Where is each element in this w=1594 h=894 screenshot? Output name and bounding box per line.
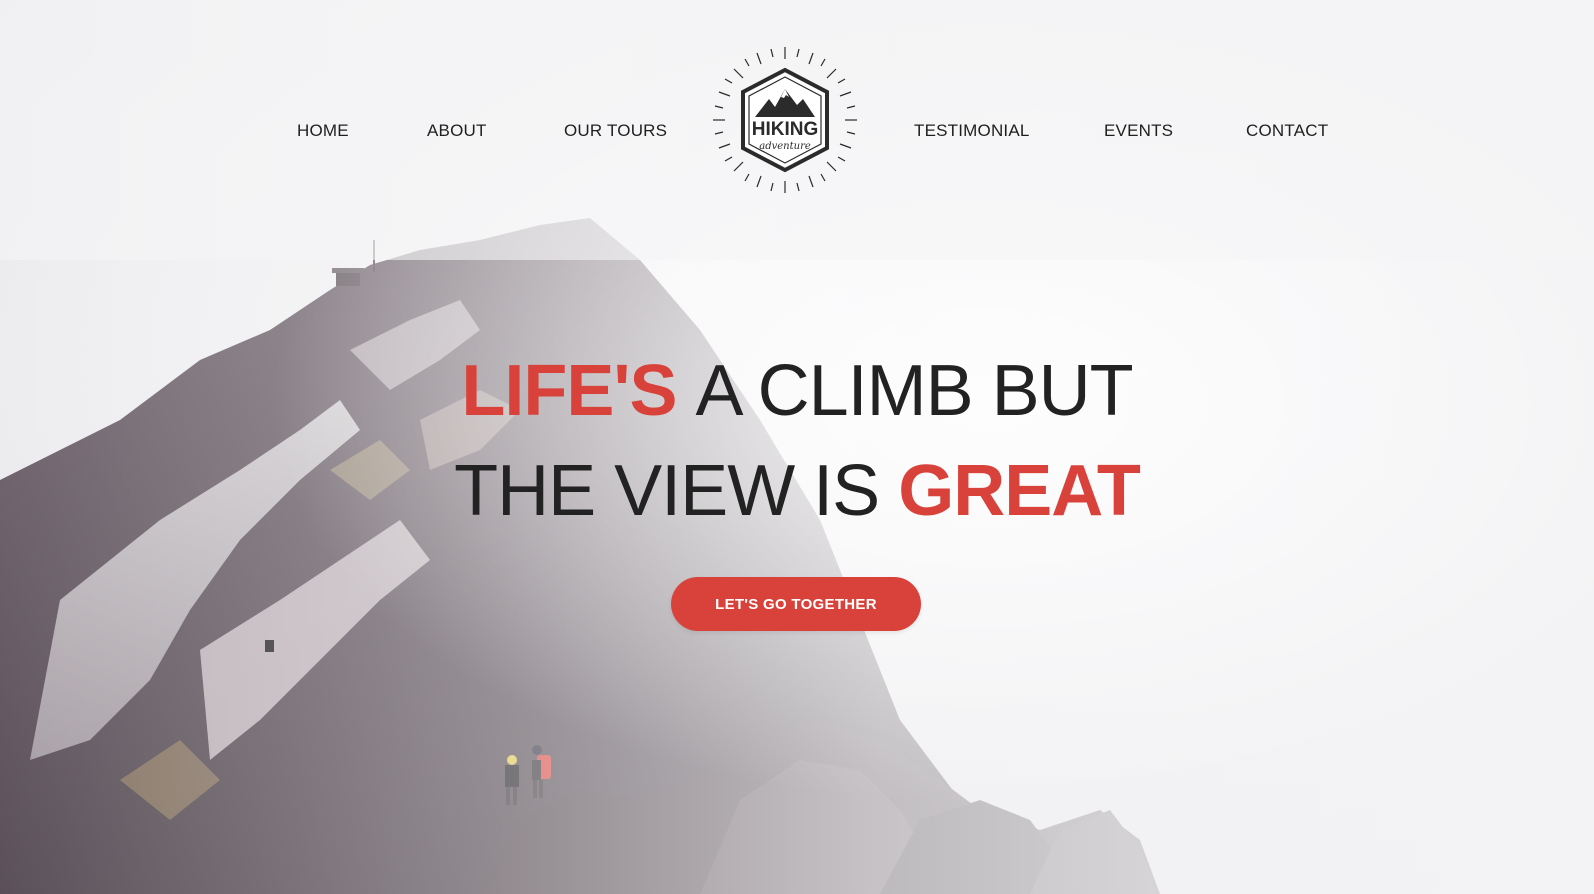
headline-text: THE VIEW IS	[454, 451, 880, 531]
nav-link-testimonial[interactable]: TESTIMONIAL	[914, 121, 1030, 141]
headline-accent-word: LIFE'S	[461, 351, 677, 431]
hero-headline-line-2: THE VIEW IS GREAT	[0, 450, 1594, 532]
headline-text: A CLIMB BUT	[695, 351, 1134, 431]
hero-headline-line-1: LIFE'S A CLIMB BUT	[0, 350, 1594, 432]
nav-link-our-tours[interactable]: OUR TOURS	[564, 121, 667, 141]
svg-text:adventure: adventure	[759, 141, 811, 152]
nav-link-contact[interactable]: CONTACT	[1246, 121, 1328, 141]
headline-accent-word: GREAT	[898, 451, 1141, 531]
lets-go-together-button[interactable]: LET'S GO TOGETHER	[671, 577, 921, 631]
svg-text:HIKING: HIKING	[752, 119, 819, 140]
main-navigation: HOME ABOUT OUR TOURS HIKING adventure TE…	[0, 0, 1594, 200]
hiking-adventure-logo[interactable]: HIKING adventure	[711, 45, 859, 195]
nav-link-events[interactable]: EVENTS	[1104, 121, 1173, 141]
nav-link-about[interactable]: ABOUT	[427, 121, 487, 141]
hero-section: HOME ABOUT OUR TOURS HIKING adventure TE…	[0, 0, 1594, 894]
logo-emblem-icon: HIKING adventure	[713, 47, 857, 193]
nav-link-home[interactable]: HOME	[297, 121, 349, 141]
